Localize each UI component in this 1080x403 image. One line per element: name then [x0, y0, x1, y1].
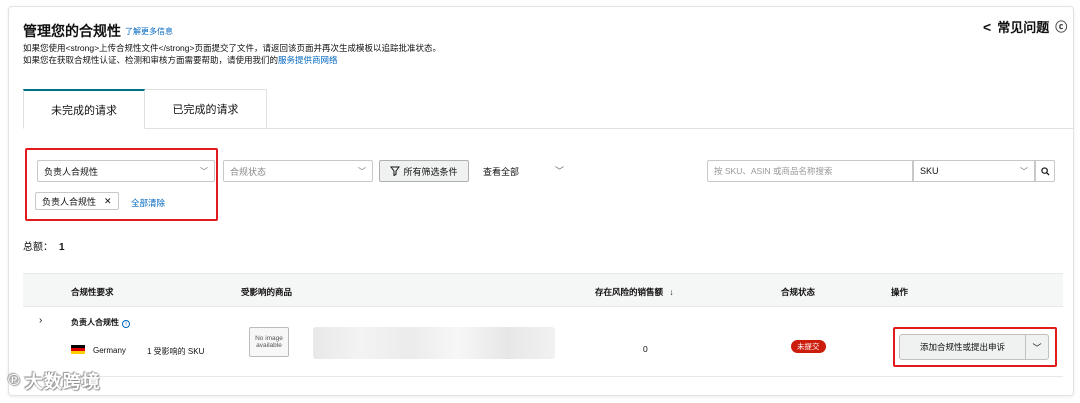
- col-compliance-status[interactable]: 合规状态: [781, 286, 815, 298]
- filter-highlight-box: [25, 148, 218, 221]
- col-sales-at-risk[interactable]: 存在风险的销售额 ↓: [595, 286, 674, 298]
- request-tabs: 未完成的请求 已完成的请求: [23, 89, 267, 129]
- country-name: Germany: [93, 346, 126, 355]
- chevron-left-icon: <: [983, 18, 992, 35]
- status-badge: 未提交: [791, 340, 826, 353]
- description-line-1: 如果您使用<strong>上传合规性文件</strong>页面提交了文件，请返回…: [23, 43, 441, 53]
- requirement-label: 负责人合规性: [71, 318, 119, 327]
- col-requirement[interactable]: 合规性要求: [71, 286, 114, 298]
- product-image-placeholder: No image available: [249, 327, 289, 357]
- arrow-down-icon: ↓: [669, 287, 674, 297]
- search-button[interactable]: [1035, 160, 1055, 182]
- watermark: ℗ 大数跨境: [8, 368, 101, 394]
- requirement-name: 负责人合规性 i: [71, 317, 130, 328]
- compliance-page: 管理您的合规性 了解更多信息 如果您使用<strong>上传合规性文件</str…: [8, 6, 1074, 396]
- status-select[interactable]: 合规状态 ﹀: [223, 160, 373, 182]
- search-type-select[interactable]: SKU ﹀: [913, 160, 1035, 182]
- faq-label: 常见问题: [997, 20, 1050, 35]
- page-title: 管理您的合规性: [23, 23, 121, 39]
- action-highlight-box: [893, 327, 1057, 367]
- description-line-2: 如果您在获取合规性认证、检测和审核方面需要帮助，请使用我们的服务提供商网络: [23, 54, 338, 66]
- total-count: 总额： 1: [23, 238, 65, 253]
- learn-more-link[interactable]: 了解更多信息: [125, 26, 173, 37]
- col-actions: 操作: [891, 287, 909, 297]
- tab-completed-requests[interactable]: 已完成的请求: [145, 89, 267, 129]
- col-affected-products[interactable]: 受影响的商品: [241, 286, 292, 298]
- chevron-down-icon: ﹀: [1020, 166, 1028, 176]
- germany-flag-icon: [71, 345, 85, 354]
- sales-at-risk-value: 0: [643, 344, 648, 354]
- expand-row-icon[interactable]: ›: [39, 315, 42, 326]
- faq-toggle[interactable]: < 常见问题 ⓒ: [983, 17, 1067, 36]
- chevron-down-icon[interactable]: ﹀: [555, 164, 564, 177]
- tab-open-requests[interactable]: 未完成的请求: [23, 89, 145, 129]
- table-row: › 负责人合规性 i Germany 1 受影响的 SKU No image av…: [23, 307, 1063, 377]
- info-icon[interactable]: i: [122, 320, 130, 328]
- faq-icon: ⓒ: [1055, 20, 1068, 34]
- total-label: 总额：: [23, 242, 53, 253]
- tab-divider: [267, 128, 1074, 129]
- affected-sku-count[interactable]: 1 受影响的 SKU: [147, 346, 204, 357]
- total-value: 1: [59, 242, 65, 253]
- view-all-select[interactable]: 查看全部: [483, 165, 519, 178]
- filter-icon: [390, 166, 401, 176]
- all-filters-button[interactable]: 所有筛选条件: [379, 160, 469, 182]
- search-input[interactable]: 按 SKU、ASIN 或商品名称搜索: [707, 160, 913, 182]
- table-header: 合规性要求 受影响的商品 存在风险的销售额 ↓ 合规状态 操作: [23, 273, 1063, 307]
- description-line-2-text: 如果您在获取合规性认证、检测和审核方面需要帮助，请使用我们的: [23, 55, 279, 65]
- chevron-down-icon: ﹀: [358, 166, 366, 176]
- search-type-value: SKU: [920, 166, 939, 176]
- search-icon: [1040, 166, 1050, 176]
- col-sales-at-risk-label: 存在风险的销售额: [595, 287, 664, 297]
- service-provider-link[interactable]: 服务提供商网络: [278, 55, 338, 65]
- all-filters-label: 所有筛选条件: [403, 166, 458, 177]
- watermark-logo-icon: ℗: [8, 372, 21, 389]
- status-select-placeholder: 合规状态: [230, 166, 267, 177]
- redacted-product-info: [313, 327, 555, 359]
- watermark-text: 大数跨境: [24, 372, 101, 392]
